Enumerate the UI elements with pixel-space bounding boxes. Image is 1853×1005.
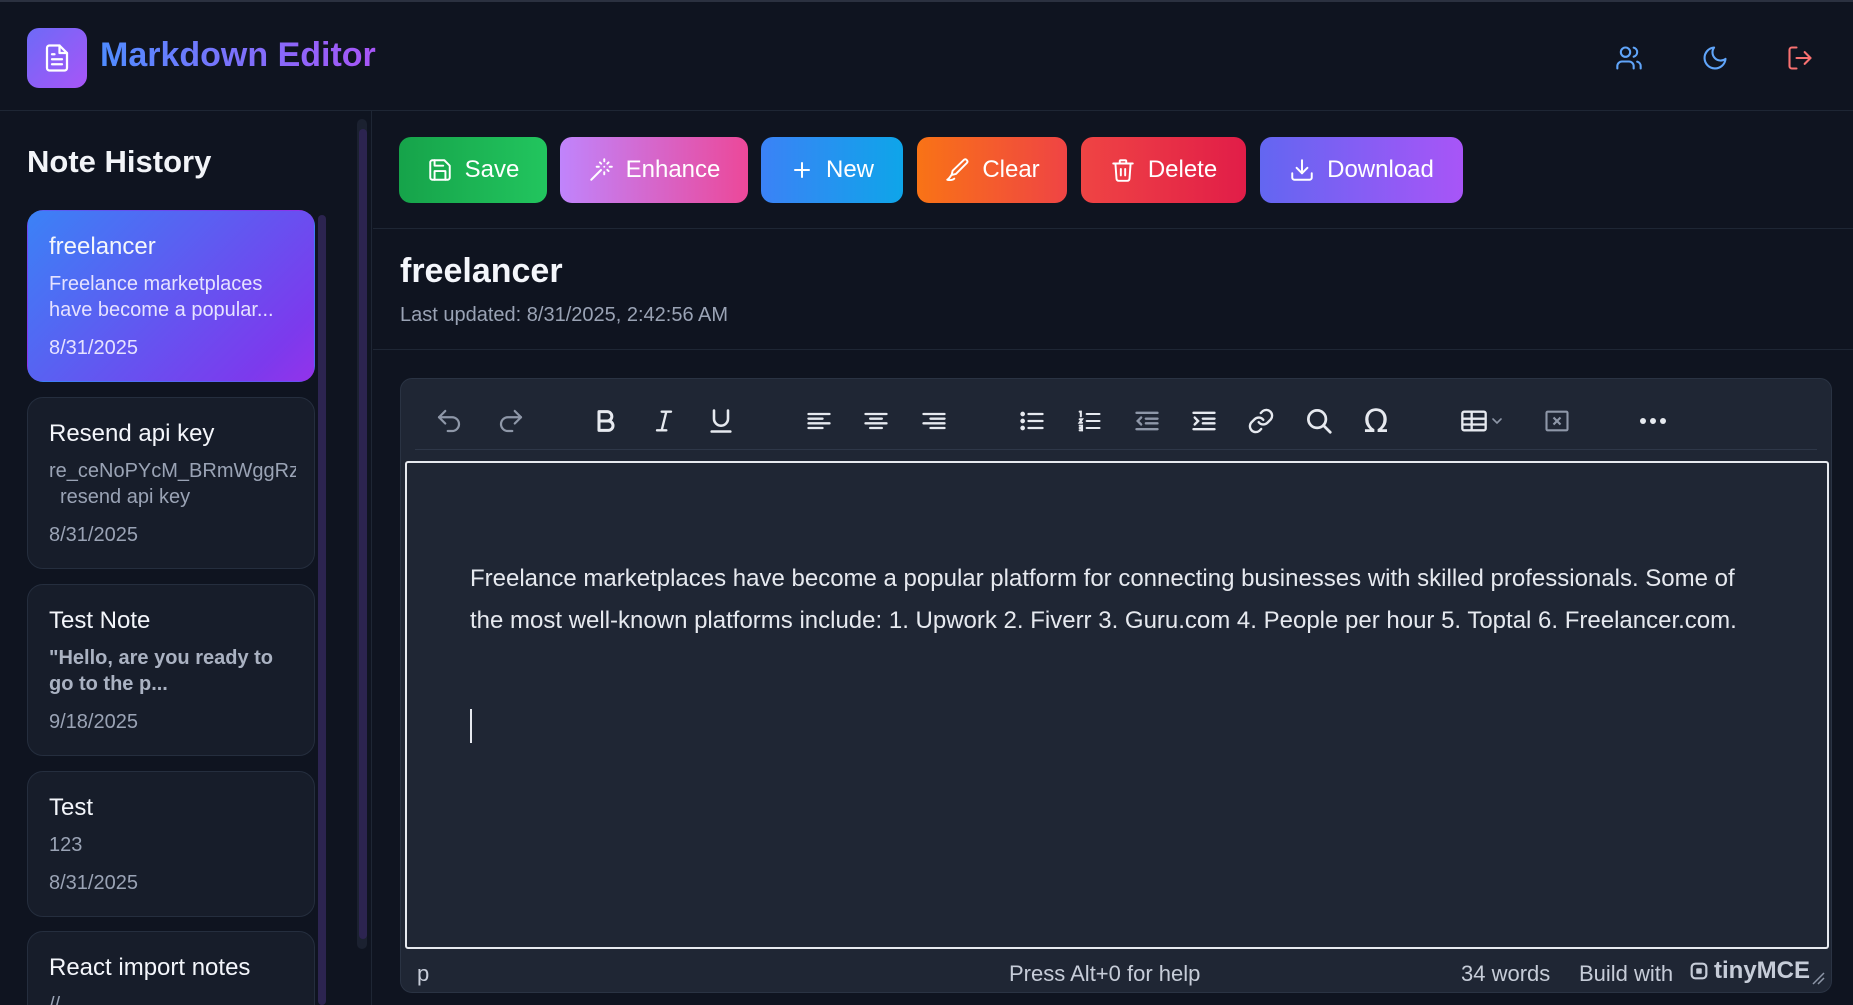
download-icon — [1291, 159, 1313, 181]
special-character-icon[interactable]: Ω — [1354, 399, 1398, 443]
enhance-button[interactable]: Enhance — [560, 137, 748, 203]
align-left-icon[interactable] — [797, 399, 841, 443]
undo-icon[interactable] — [427, 399, 471, 443]
search-icon[interactable] — [1297, 399, 1341, 443]
note-item-test[interactable]: Test 123 8/31/2025 — [27, 771, 315, 917]
users-icon[interactable] — [1613, 42, 1645, 74]
magic-wand-icon — [589, 158, 613, 181]
help-hint: Press Alt+0 for help — [1009, 961, 1201, 986]
note-item-freelancer[interactable]: freelancer Freelance marketplaces have b… — [27, 210, 315, 382]
download-label: Download — [1327, 156, 1434, 183]
document-icon — [45, 44, 69, 72]
numbered-list-icon[interactable] — [1067, 399, 1111, 443]
delete-label: Delete — [1147, 156, 1218, 183]
clear-label: Clear — [982, 156, 1040, 183]
eraser-icon — [946, 158, 969, 182]
last-updated-text: Last updated: 8/31/2025, 2:42:56 AM — [400, 304, 729, 326]
trash-icon — [1112, 159, 1134, 182]
note-snippet: resend api key — [60, 486, 191, 508]
app-header: Markdown Editor — [0, 0, 1853, 111]
note-date: 8/31/2025 — [49, 524, 138, 546]
word-count[interactable]: 34 words — [1461, 961, 1550, 987]
note-date: 9/18/2025 — [49, 711, 138, 733]
note-snippet: 123 — [49, 834, 83, 856]
action-toolbar: Save Enhance New Clear Delete Download — [373, 111, 1853, 229]
align-right-icon[interactable] — [912, 399, 956, 443]
indent-icon[interactable] — [1182, 399, 1226, 443]
tinymce-logo[interactable]: tinyMCE — [1688, 957, 1810, 985]
note-header: freelancer Last updated: 8/31/2025, 2:42… — [373, 230, 1853, 350]
bullet-list-icon[interactable] — [1010, 399, 1054, 443]
clear-button[interactable]: Clear — [917, 137, 1067, 203]
note-title: Test Note — [49, 607, 151, 634]
sidebar-title: Note History — [27, 144, 212, 179]
save-icon — [428, 159, 451, 181]
note-snippet: re_ceNoPYcM_BRmWggRz — [49, 460, 296, 482]
save-button[interactable]: Save — [399, 137, 547, 203]
more-options-icon[interactable] — [1631, 399, 1675, 443]
note-title: React import notes — [49, 954, 251, 981]
download-button[interactable]: Download — [1260, 137, 1463, 203]
link-icon[interactable] — [1239, 399, 1283, 443]
note-title: freelancer — [49, 233, 156, 260]
note-item-resend-api-key[interactable]: Resend api key re_ceNoPYcM_BRmWggRz rese… — [27, 397, 315, 569]
note-snippet: // — [49, 994, 61, 1005]
note-date: 8/31/2025 — [49, 872, 138, 894]
new-label: New — [825, 156, 874, 183]
note-snippet: "Hello, are you ready to go to the p... — [49, 647, 273, 695]
note-title: Test — [49, 794, 94, 821]
italic-icon[interactable] — [642, 399, 686, 443]
app-title: Markdown Editor — [100, 36, 376, 74]
note-item-react-import-notes[interactable]: React import notes // — [27, 931, 315, 1005]
outdent-icon[interactable] — [1125, 399, 1169, 443]
moon-icon[interactable] — [1699, 42, 1731, 74]
enhance-label: Enhance — [625, 156, 721, 183]
underline-icon[interactable] — [699, 399, 743, 443]
build-with-label: Build with — [1579, 961, 1674, 986]
tinymce-icon — [1690, 962, 1708, 980]
redo-icon[interactable] — [489, 399, 533, 443]
editor-paragraph: Freelance marketplaces have become a pop… — [470, 565, 1737, 634]
resize-handle-icon[interactable] — [1811, 965, 1825, 991]
new-button[interactable]: New — [761, 137, 903, 203]
table-icon[interactable] — [1452, 399, 1512, 443]
note-date: 8/31/2025 — [49, 337, 138, 359]
note-title: Resend api key — [49, 420, 215, 447]
rich-text-editor: Ω Freelance marketplaces have become a p… — [400, 378, 1832, 993]
align-center-icon[interactable] — [854, 399, 898, 443]
app-logo — [27, 28, 87, 88]
tinymce-brand: tinyMCE — [1714, 957, 1810, 984]
toolbar-divider — [415, 449, 1817, 450]
delete-button[interactable]: Delete — [1081, 137, 1246, 203]
plus-icon — [793, 162, 810, 178]
notes-list-scrollbar-thumb[interactable] — [318, 215, 326, 1005]
save-label: Save — [464, 156, 520, 183]
chevron-down-icon — [1492, 418, 1502, 425]
note-item-test-note[interactable]: Test Note "Hello, are you ready to go to… — [27, 584, 315, 756]
note-history-sidebar: Note History freelancer Freelance market… — [0, 111, 372, 1005]
element-path[interactable]: p — [417, 961, 429, 987]
text-caret — [470, 709, 472, 743]
remove-format-icon[interactable] — [1535, 399, 1579, 443]
bold-icon[interactable] — [584, 399, 628, 443]
note-snippet: Freelance marketplaces have become a pop… — [49, 273, 274, 321]
logout-icon[interactable] — [1784, 42, 1816, 74]
sidebar-scrollbar-thumb[interactable] — [359, 129, 367, 939]
editor-content-area[interactable]: Freelance marketplaces have become a pop… — [405, 461, 1829, 949]
note-title-heading[interactable]: freelancer — [400, 252, 563, 291]
editor-status-bar: p Press Alt+0 for help 34 words Build wi… — [401, 951, 1831, 993]
